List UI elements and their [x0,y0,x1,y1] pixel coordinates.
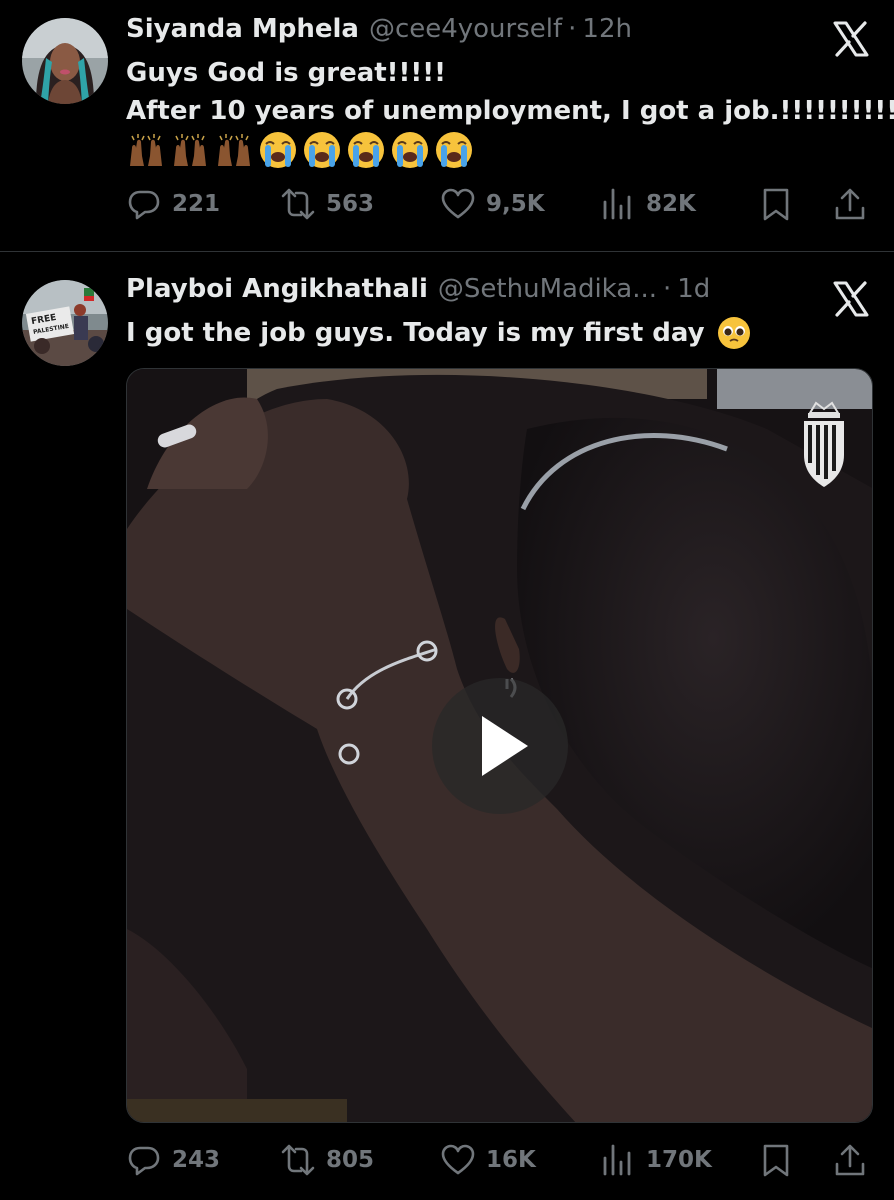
author-handle[interactable]: @SethuMadika... [438,274,657,304]
play-icon [482,716,528,776]
tweet-text: I got the job guys. Today is my first da… [126,314,751,352]
play-button[interactable] [432,678,568,814]
repost-button[interactable]: 563 [280,184,374,224]
tweet-text-line: I got the job guys. Today is my first da… [126,318,705,348]
share-icon [835,1144,865,1176]
heart-icon [441,188,475,219]
author-name[interactable]: Siyanda Mphela [126,14,359,44]
raising-hands-emoji [130,134,162,166]
tweet-header: Playboi Angikhathali @SethuMadika... · 1… [126,274,710,310]
repost-icon [281,188,315,220]
club-crest-icon [804,401,844,487]
like-button[interactable]: 16K [440,1140,536,1180]
tweet-card[interactable]: Siyanda Mphela @cee4yourself · 12h Guys … [0,0,894,251]
views-count: 82K [646,191,696,217]
tweet-text-line: After 10 years of unemployment, I got a … [126,96,894,126]
tweet-actions: 221 563 9,5K 82K [126,184,872,224]
like-button[interactable]: 9,5K [440,184,545,224]
reply-icon [128,190,160,220]
tweet-text-line: Guys God is great!!!!! [126,58,446,88]
views-icon [603,188,631,220]
repost-count: 563 [326,191,375,217]
pleading-face-emoji [717,317,750,349]
repost-icon [281,1144,315,1176]
heart-icon [441,1144,475,1175]
raising-hands-emoji [218,134,250,166]
tweet-header: Siyanda Mphela @cee4yourself · 12h [126,14,632,50]
bookmark-button[interactable] [758,1140,794,1180]
raising-hands-emoji [174,134,206,166]
reply-count: 243 [172,1147,221,1173]
like-count: 16K [486,1147,536,1173]
tweet-card[interactable]: FREE PALESTINE Playboi Angikhathali @Set… [0,252,894,1200]
emoji-row [126,130,474,170]
views-count: 170K [646,1147,712,1173]
reply-count: 221 [172,191,221,217]
loudly-crying-emoji [392,132,428,168]
author-name[interactable]: Playboi Angikhathali [126,274,428,304]
author-handle[interactable]: @cee4yourself [369,14,562,44]
share-button[interactable] [832,184,868,224]
avatar[interactable] [22,18,108,104]
timestamp[interactable]: 12h [582,14,632,44]
views-button[interactable]: 170K [600,1140,712,1180]
tweet-text: Guys God is great!!!!! After 10 years of… [126,54,894,130]
share-icon [835,188,865,220]
loudly-crying-emoji [348,132,384,168]
reply-button[interactable]: 221 [126,184,220,224]
tweet-actions: 243 805 16K 170K [126,1140,872,1180]
x-logo-icon [832,280,870,318]
video-media[interactable] [126,368,873,1123]
views-icon [603,1144,631,1176]
separator-dot: · [568,14,577,44]
share-button[interactable] [832,1140,868,1180]
reply-icon [128,1146,160,1176]
bookmark-button[interactable] [758,184,794,224]
avatar[interactable]: FREE PALESTINE [22,280,108,366]
x-logo-icon [832,20,870,58]
separator-dot: · [663,274,672,304]
bookmark-icon [763,1144,789,1177]
loudly-crying-emoji [260,132,296,168]
loudly-crying-emoji [436,132,472,168]
like-count: 9,5K [486,191,545,217]
repost-count: 805 [326,1147,375,1173]
repost-button[interactable]: 805 [280,1140,374,1180]
bookmark-icon [763,188,789,221]
reply-button[interactable]: 243 [126,1140,220,1180]
timestamp[interactable]: 1d [677,274,710,304]
loudly-crying-emoji [304,132,340,168]
views-button[interactable]: 82K [600,184,696,224]
